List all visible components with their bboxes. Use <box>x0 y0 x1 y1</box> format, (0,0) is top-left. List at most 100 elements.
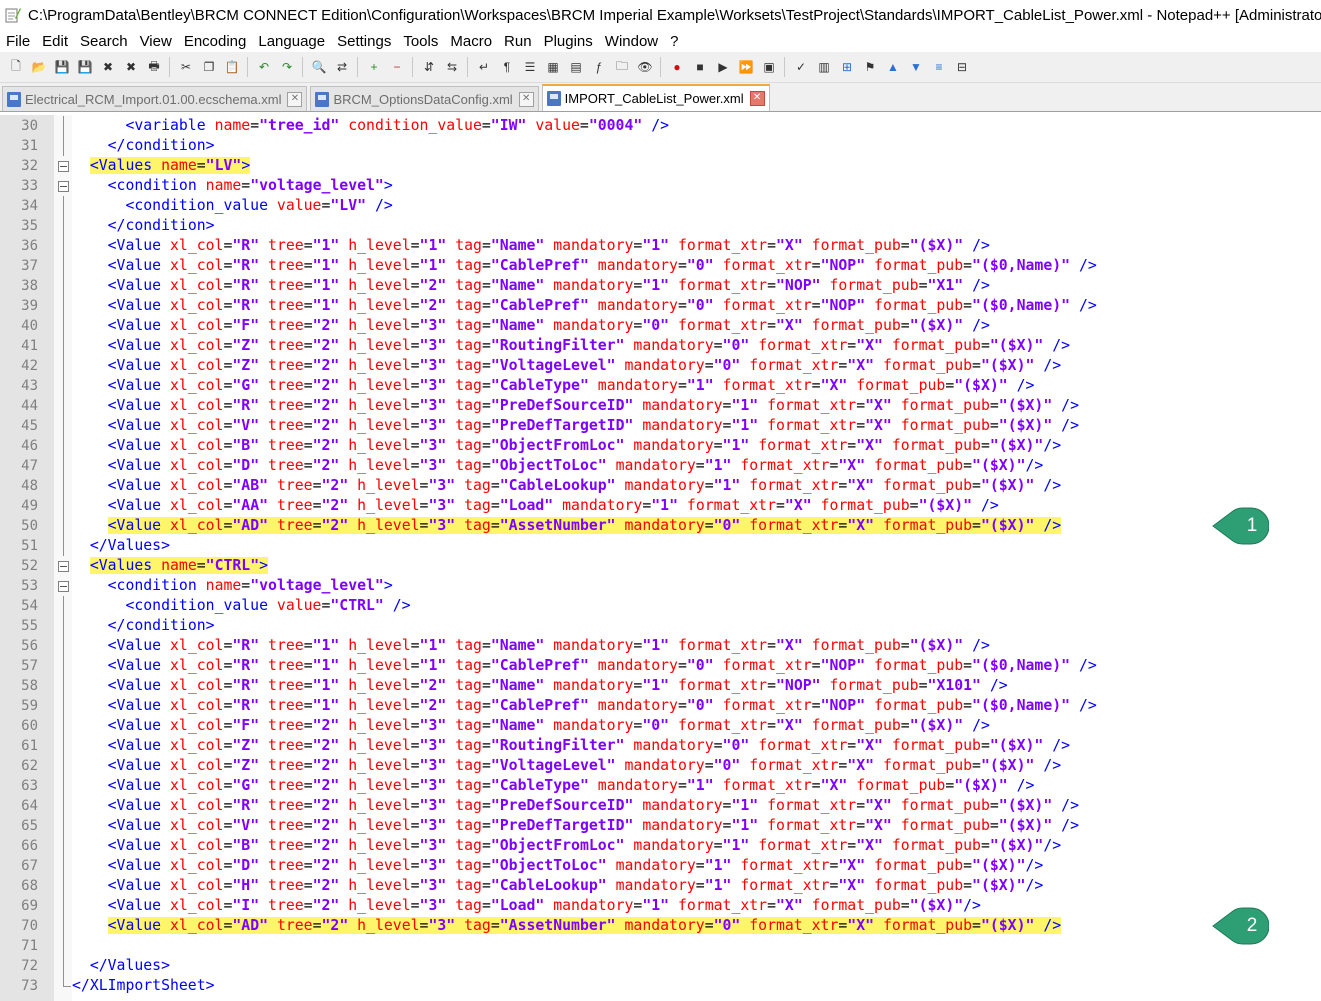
code-line[interactable]: 55 </condition> <box>0 616 1321 636</box>
code-line[interactable]: 47 <Value xl_col="D" tree="2" h_level="3… <box>0 456 1321 476</box>
show-all-chars-icon[interactable]: ¶ <box>498 58 516 76</box>
code-line[interactable]: 44 <Value xl_col="R" tree="2" h_level="3… <box>0 396 1321 416</box>
menu-settings[interactable]: Settings <box>331 33 397 50</box>
file-tab[interactable]: IMPORT_CableList_Power.xml ✕ <box>541 84 770 111</box>
save-macro-icon[interactable]: ▣ <box>760 58 778 76</box>
menu-edit[interactable]: Edit <box>36 33 74 50</box>
code-line[interactable]: 31 </condition> <box>0 136 1321 156</box>
fold-collapse-icon[interactable] <box>58 561 69 572</box>
code-line[interactable]: 59 <Value xl_col="R" tree="1" h_level="2… <box>0 696 1321 716</box>
doc-map-icon[interactable]: ▤ <box>567 58 585 76</box>
zoom-out-icon[interactable]: − <box>388 58 406 76</box>
cut-icon[interactable]: ✂ <box>177 58 195 76</box>
user-defined-lang-icon[interactable]: ▦ <box>544 58 562 76</box>
code-line[interactable]: 64 <Value xl_col="R" tree="2" h_level="3… <box>0 796 1321 816</box>
stop-macro-icon[interactable]: ■ <box>691 58 709 76</box>
code-line[interactable]: 39 <Value xl_col="R" tree="1" h_level="2… <box>0 296 1321 316</box>
up-icon[interactable]: ▲ <box>884 58 902 76</box>
sync-horizontal-icon[interactable]: ⇆ <box>443 58 461 76</box>
code-line[interactable]: 33 <condition name="voltage_level"> <box>0 176 1321 196</box>
code-line[interactable]: 51 </Values> <box>0 536 1321 556</box>
code-line[interactable]: 35 </condition> <box>0 216 1321 236</box>
print-icon[interactable]: 🖶 <box>145 58 163 76</box>
paste-icon[interactable]: 📋 <box>223 58 241 76</box>
code-line[interactable]: 73 </XLImportSheet> <box>0 976 1321 996</box>
fold-collapse-icon[interactable] <box>58 181 69 192</box>
run-macro-multiple-icon[interactable]: ⏩ <box>737 58 755 76</box>
play-macro-icon[interactable]: ▶ <box>714 58 732 76</box>
record-macro-icon[interactable]: ● <box>668 58 686 76</box>
code-line[interactable]: 56 <Value xl_col="R" tree="1" h_level="1… <box>0 636 1321 656</box>
code-line[interactable]: 62 <Value xl_col="Z" tree="2" h_level="3… <box>0 756 1321 776</box>
menu-view[interactable]: View <box>134 33 178 50</box>
code-line[interactable]: 61 <Value xl_col="Z" tree="2" h_level="3… <box>0 736 1321 756</box>
code-line[interactable]: 67 <Value xl_col="D" tree="2" h_level="3… <box>0 856 1321 876</box>
code-line[interactable]: 70 <Value xl_col="AD" tree="2" h_level="… <box>0 916 1321 936</box>
close-tab-icon[interactable]: ✕ <box>518 91 534 107</box>
down-icon[interactable]: ▼ <box>907 58 925 76</box>
replace-icon[interactable]: ⇄ <box>333 58 351 76</box>
bookmark-icon[interactable]: ⚑ <box>861 58 879 76</box>
folder-workspace-icon[interactable]: 🗀 <box>613 58 631 76</box>
copy-icon[interactable]: ❐ <box>200 58 218 76</box>
code-line[interactable]: 45 <Value xl_col="V" tree="2" h_level="3… <box>0 416 1321 436</box>
code-line[interactable]: 48 <Value xl_col="AB" tree="2" h_level="… <box>0 476 1321 496</box>
code-line[interactable]: 58 <Value xl_col="R" tree="1" h_level="2… <box>0 676 1321 696</box>
code-line[interactable]: 30 <variable name="tree_id" condition_va… <box>0 116 1321 136</box>
menu-encoding[interactable]: Encoding <box>178 33 253 50</box>
code-line[interactable]: 50 <Value xl_col="AD" tree="2" h_level="… <box>0 516 1321 536</box>
sort-icon[interactable]: ≡ <box>930 58 948 76</box>
fold-collapse-icon[interactable] <box>58 161 69 172</box>
sync-vertical-icon[interactable]: ⇵ <box>420 58 438 76</box>
code-line[interactable]: 54 <condition_value value="CTRL" /> <box>0 596 1321 616</box>
save-all-icon[interactable]: 💾 <box>76 58 94 76</box>
code-editor[interactable]: 30 <variable name="tree_id" condition_va… <box>0 115 1321 1001</box>
file-tab[interactable]: Electrical_RCM_Import.01.00.ecschema.xml… <box>2 86 308 111</box>
compare-icon[interactable]: ⊞ <box>838 58 856 76</box>
zoom-in-icon[interactable]: + <box>365 58 383 76</box>
redo-icon[interactable]: ↷ <box>278 58 296 76</box>
code-line[interactable]: 52 <Values name="CTRL"> <box>0 556 1321 576</box>
new-file-icon[interactable]: 🗋 <box>7 58 25 76</box>
code-line[interactable]: 34 <condition_value value="LV" /> <box>0 196 1321 216</box>
menu-macro[interactable]: Macro <box>444 33 498 50</box>
code-line[interactable]: 71 <box>0 936 1321 956</box>
code-line[interactable]: 57 <Value xl_col="R" tree="1" h_level="1… <box>0 656 1321 676</box>
monitoring-icon[interactable]: 👁 <box>636 58 654 76</box>
save-icon[interactable]: 💾 <box>53 58 71 76</box>
code-line[interactable]: 38 <Value xl_col="R" tree="1" h_level="2… <box>0 276 1321 296</box>
code-line[interactable]: 32 <Values name="LV"> <box>0 156 1321 176</box>
code-line[interactable]: 72 </Values> <box>0 956 1321 976</box>
menu-search[interactable]: Search <box>74 33 134 50</box>
code-line[interactable]: 68 <Value xl_col="H" tree="2" h_level="3… <box>0 876 1321 896</box>
code-line[interactable]: 40 <Value xl_col="F" tree="2" h_level="3… <box>0 316 1321 336</box>
code-line[interactable]: 46 <Value xl_col="B" tree="2" h_level="3… <box>0 436 1321 456</box>
close-all-icon[interactable]: ✖ <box>122 58 140 76</box>
menu-language[interactable]: Language <box>252 33 331 50</box>
indent-guide-icon[interactable]: ☰ <box>521 58 539 76</box>
menu-window[interactable]: Window <box>599 33 664 50</box>
menu-file[interactable]: File <box>0 33 36 50</box>
close-icon[interactable]: ✖ <box>99 58 117 76</box>
menu-run[interactable]: Run <box>498 33 538 50</box>
word-wrap-icon[interactable]: ↵ <box>475 58 493 76</box>
code-line[interactable]: 65 <Value xl_col="V" tree="2" h_level="3… <box>0 816 1321 836</box>
code-line[interactable]: 42 <Value xl_col="Z" tree="2" h_level="3… <box>0 356 1321 376</box>
code-line[interactable]: 63 <Value xl_col="G" tree="2" h_level="3… <box>0 776 1321 796</box>
code-line[interactable]: 43 <Value xl_col="G" tree="2" h_level="3… <box>0 376 1321 396</box>
close-tab-icon[interactable]: ✕ <box>749 91 765 106</box>
menu-tools[interactable]: Tools <box>397 33 444 50</box>
code-line[interactable]: 36 <Value xl_col="R" tree="1" h_level="1… <box>0 236 1321 256</box>
open-file-icon[interactable]: 📂 <box>30 58 48 76</box>
code-line[interactable]: 69 <Value xl_col="I" tree="2" h_level="3… <box>0 896 1321 916</box>
code-line[interactable]: 66 <Value xl_col="B" tree="2" h_level="3… <box>0 836 1321 856</box>
find-icon[interactable]: 🔍 <box>310 58 328 76</box>
undo-icon[interactable]: ↶ <box>255 58 273 76</box>
menu-plugins[interactable]: Plugins <box>538 33 599 50</box>
code-line[interactable]: 49 <Value xl_col="AA" tree="2" h_level="… <box>0 496 1321 516</box>
code-line[interactable]: 60 <Value xl_col="F" tree="2" h_level="3… <box>0 716 1321 736</box>
file-tab[interactable]: BRCM_OptionsDataConfig.xml ✕ <box>310 86 539 111</box>
code-line[interactable]: 41 <Value xl_col="Z" tree="2" h_level="3… <box>0 336 1321 356</box>
column-view-icon[interactable]: ▥ <box>815 58 833 76</box>
menu-help[interactable]: ? <box>664 33 684 50</box>
